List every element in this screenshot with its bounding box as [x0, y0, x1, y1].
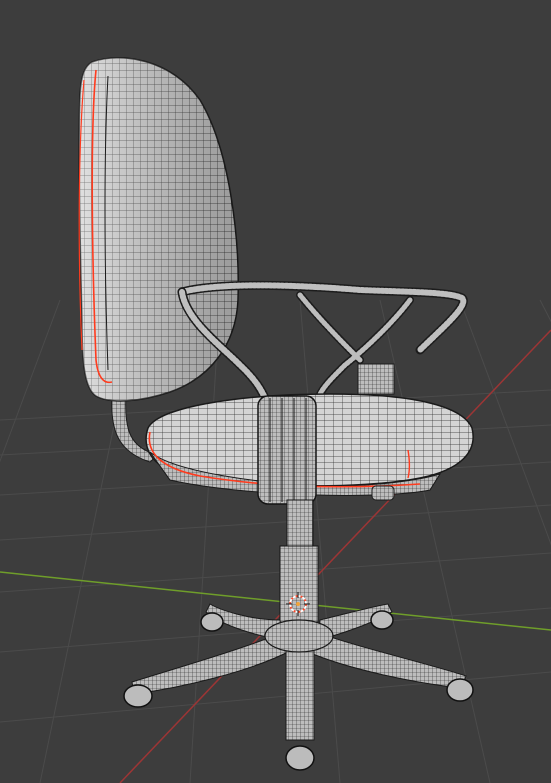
3d-viewport[interactable] — [0, 0, 551, 783]
caster-wheel — [446, 678, 474, 702]
armrest-clamp — [257, 395, 317, 505]
viewport-canvas[interactable] — [0, 0, 551, 783]
star-base — [131, 603, 467, 741]
adjust-knob — [371, 485, 395, 501]
floor-grid — [0, 299, 551, 783]
armrest-post — [357, 363, 395, 395]
caster-wheel — [200, 612, 224, 632]
caster-wheel — [370, 610, 394, 630]
backrest — [78, 57, 239, 402]
caster-wheel — [285, 745, 315, 771]
caster-wheel — [123, 684, 153, 708]
